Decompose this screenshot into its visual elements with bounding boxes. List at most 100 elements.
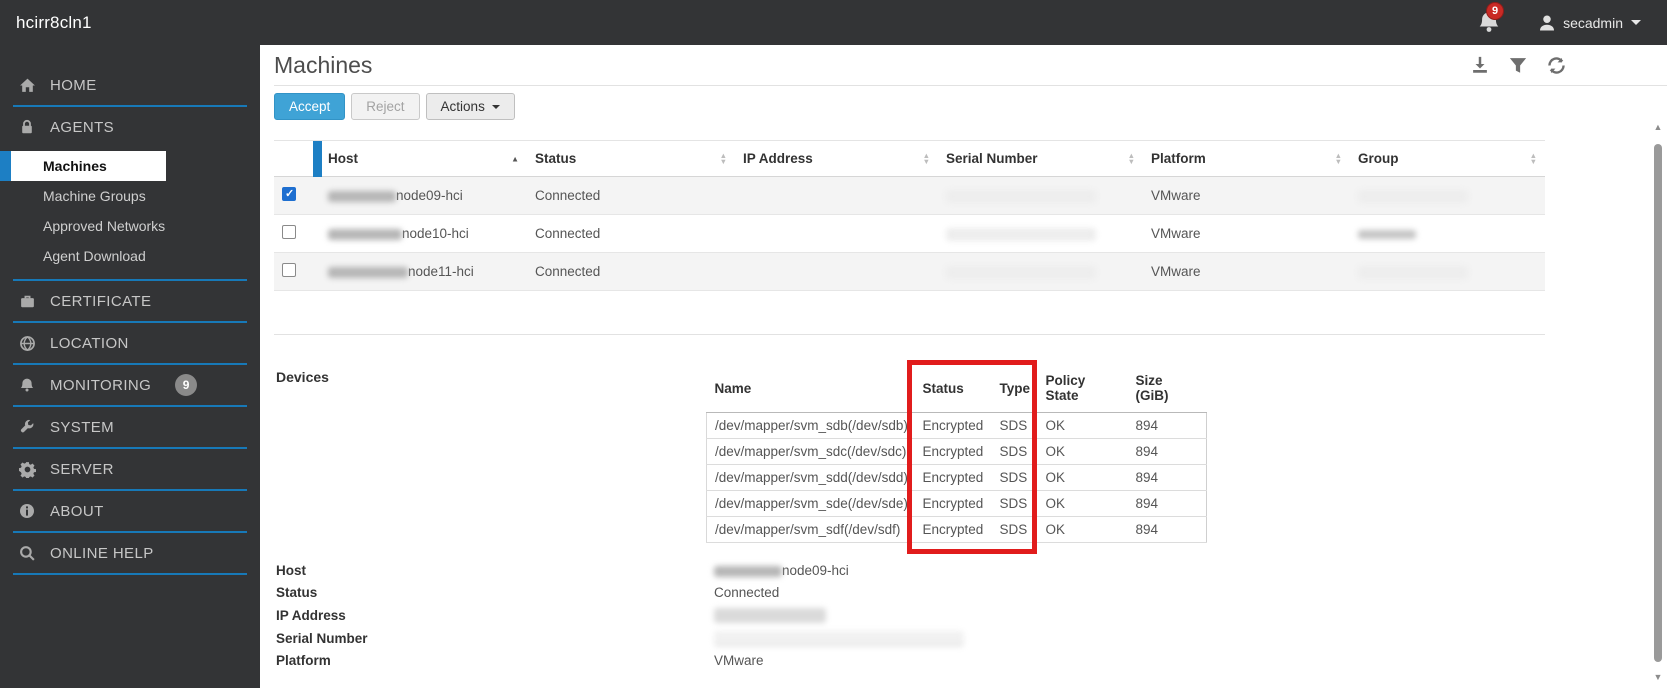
table-row[interactable]: node11-hci Connected VMware bbox=[274, 252, 1545, 291]
device-row: /dev/mapper/svm_sdd(/dev/sdd) Encrypted … bbox=[706, 464, 1207, 491]
sort-both-icon: ▲ ▼ bbox=[922, 150, 930, 166]
row-checkbox[interactable] bbox=[282, 225, 296, 239]
scrollbar-thumb[interactable] bbox=[1654, 144, 1662, 662]
monitoring-count-badge: 9 bbox=[175, 374, 198, 396]
sidebar-item-location[interactable]: LOCATION bbox=[0, 323, 260, 363]
sidebar-item-agents[interactable]: AGENTS bbox=[0, 107, 260, 147]
detail-value bbox=[706, 608, 1667, 624]
detail-row-status: Status Connected bbox=[274, 582, 1667, 605]
refresh-icon[interactable] bbox=[1545, 54, 1567, 76]
column-header-ip-address[interactable]: IP Address ▲ ▼ bbox=[735, 140, 938, 177]
sidebar-item-certificate[interactable]: CERTIFICATE bbox=[0, 281, 260, 321]
sidebar-item-machine-groups[interactable]: Machine Groups bbox=[0, 181, 260, 211]
device-name: /dev/mapper/svm_sdd(/dev/sdd) bbox=[706, 464, 915, 491]
sidebar-item-system[interactable]: SYSTEM bbox=[0, 407, 260, 447]
device-policy-state: OK bbox=[1037, 516, 1128, 543]
device-size: 894 bbox=[1127, 516, 1207, 543]
top-bar: hcirr8cln1 9 secadmin bbox=[0, 0, 1667, 45]
sidebar-item-label: MONITORING bbox=[50, 376, 152, 394]
filter-icon[interactable] bbox=[1507, 54, 1529, 76]
topbar-right: 9 secadmin bbox=[1477, 1, 1667, 36]
scroll-up-icon[interactable]: ▲ bbox=[1653, 122, 1663, 132]
sort-both-icon: ▲ ▼ bbox=[1334, 150, 1342, 166]
row-checkbox[interactable] bbox=[282, 263, 296, 277]
sidebar-item-label: LOCATION bbox=[50, 334, 129, 352]
sidebar-item-label: Machine Groups bbox=[43, 188, 146, 204]
page-header: Machines bbox=[274, 45, 1667, 86]
column-label: Group bbox=[1358, 151, 1399, 166]
sidebar-item-label: AGENTS bbox=[50, 118, 115, 136]
platform-cell: VMware bbox=[1143, 252, 1350, 291]
sidebar-item-label: ONLINE HELP bbox=[50, 544, 154, 562]
wrench-icon bbox=[18, 418, 36, 436]
device-policy-state: OK bbox=[1037, 412, 1128, 439]
vertical-scrollbar[interactable]: ▲ ▼ bbox=[1653, 122, 1663, 682]
row-checkbox[interactable] bbox=[282, 187, 296, 201]
sidebar-item-label: SYSTEM bbox=[50, 418, 115, 436]
device-name: /dev/mapper/svm_sde(/dev/sde) bbox=[706, 490, 915, 517]
device-type: SDS bbox=[991, 516, 1038, 543]
sidebar-item-label: SERVER bbox=[50, 460, 114, 478]
host-value: node09-hci bbox=[782, 562, 849, 578]
sidebar-item-server[interactable]: SERVER bbox=[0, 449, 260, 489]
sidebar-item-online-help[interactable]: ONLINE HELP bbox=[0, 533, 260, 573]
home-icon bbox=[18, 76, 36, 94]
column-header-host[interactable]: Host ▲ bbox=[313, 140, 527, 178]
table-row[interactable]: node09-hci Connected VMware bbox=[274, 176, 1545, 215]
download-icon[interactable] bbox=[1469, 54, 1491, 76]
column-header-status[interactable]: Status ▲ ▼ bbox=[527, 140, 735, 177]
chevron-down-icon bbox=[491, 104, 500, 109]
column-header-serial-number[interactable]: Serial Number ▲ ▼ bbox=[938, 140, 1143, 177]
accept-button[interactable]: Accept bbox=[274, 93, 346, 120]
devices-table: Name Status Type Policy State Size (GiB)… bbox=[706, 369, 1207, 543]
device-name: /dev/mapper/svm_sdf(/dev/sdf) bbox=[706, 516, 915, 543]
host-cell: node10-hci bbox=[402, 226, 469, 241]
sidebar-item-home[interactable]: HOME bbox=[0, 65, 260, 105]
ip-cell bbox=[735, 176, 938, 215]
user-icon bbox=[1537, 13, 1557, 33]
column-header-platform[interactable]: Platform ▲ ▼ bbox=[1143, 140, 1350, 177]
device-size: 894 bbox=[1127, 412, 1207, 439]
detail-row-ip-address: IP Address bbox=[274, 604, 1667, 627]
devices-column-size: Size (GiB) bbox=[1127, 369, 1207, 413]
notification-count-badge: 9 bbox=[1486, 1, 1505, 20]
scroll-down-icon[interactable]: ▼ bbox=[1653, 672, 1663, 682]
sidebar-item-label: CERTIFICATE bbox=[50, 292, 152, 310]
device-size: 894 bbox=[1127, 438, 1207, 465]
sidebar-item-about[interactable]: ABOUT bbox=[0, 491, 260, 531]
device-status: Encrypted bbox=[914, 516, 992, 543]
status-cell: Connected bbox=[527, 176, 735, 215]
sidebar-nav: HOME AGENTS Machines Machine Groups Appr… bbox=[0, 45, 260, 688]
column-header-group[interactable]: Group ▲ ▼ bbox=[1350, 140, 1545, 177]
host-cell: node09-hci bbox=[396, 188, 463, 203]
sidebar-item-machines[interactable]: Machines bbox=[0, 151, 166, 181]
certificate-icon bbox=[18, 292, 36, 310]
actions-dropdown-button[interactable]: Actions bbox=[425, 93, 515, 120]
notifications-button[interactable]: 9 bbox=[1477, 1, 1505, 36]
device-type: SDS bbox=[991, 438, 1038, 465]
devices-section: Devices Name Status Type Policy State Si… bbox=[274, 360, 1667, 554]
sidebar-item-agent-download[interactable]: Agent Download bbox=[0, 241, 260, 271]
search-icon bbox=[18, 544, 36, 562]
devices-column-type: Type bbox=[991, 369, 1038, 413]
redacted-group bbox=[1358, 189, 1468, 203]
devices-column-name: Name bbox=[706, 369, 915, 413]
platform-cell: VMware bbox=[1143, 176, 1350, 215]
sidebar-item-monitoring[interactable]: MONITORING 9 bbox=[0, 365, 260, 405]
table-row[interactable]: node10-hci Connected VMware bbox=[274, 214, 1545, 253]
column-label: Platform bbox=[1151, 151, 1206, 166]
device-name: /dev/mapper/svm_sdc(/dev/sdc) bbox=[706, 438, 915, 465]
sort-both-icon: ▲ ▼ bbox=[719, 150, 727, 166]
detail-row-serial-number: Serial Number bbox=[274, 627, 1667, 650]
redacted-group bbox=[1358, 229, 1416, 239]
reject-button[interactable]: Reject bbox=[351, 93, 420, 120]
sidebar-item-label: ABOUT bbox=[50, 502, 104, 520]
detail-value: node09-hci bbox=[706, 563, 1667, 578]
user-menu-button[interactable]: secadmin bbox=[1537, 13, 1641, 33]
redacted-serial bbox=[714, 631, 964, 647]
device-type: SDS bbox=[991, 490, 1038, 517]
bell-icon bbox=[18, 376, 36, 394]
redacted-ip bbox=[714, 608, 826, 624]
sidebar-item-approved-networks[interactable]: Approved Networks bbox=[0, 211, 260, 241]
device-status: Encrypted bbox=[914, 490, 992, 517]
